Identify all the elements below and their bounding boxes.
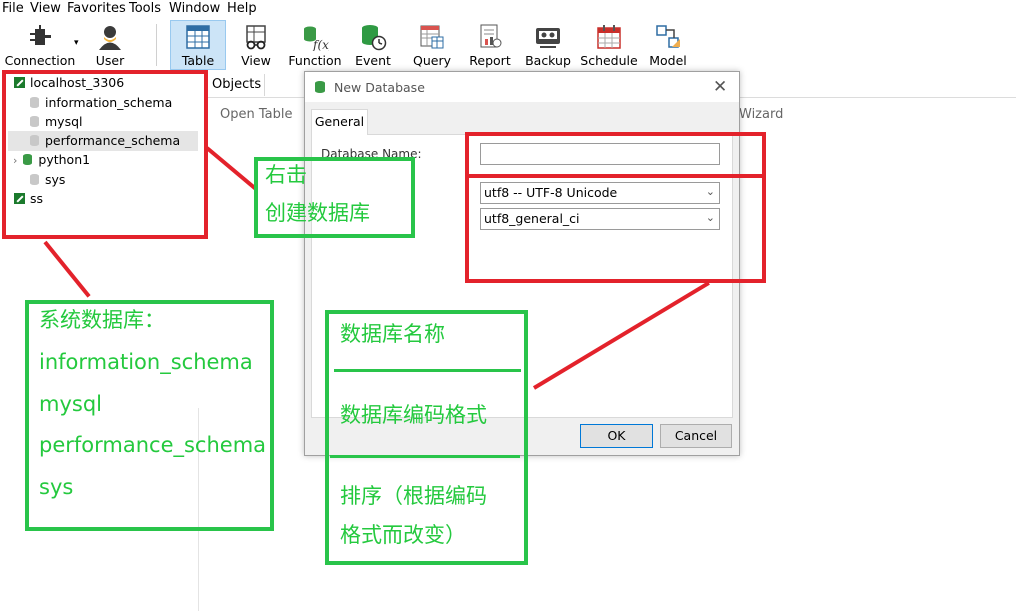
toolbar-model-button[interactable]: Model xyxy=(646,20,690,70)
toolbar-schedule-label: Schedule xyxy=(580,53,638,68)
annotation-right-click-line1: 右击 xyxy=(265,163,307,187)
annotation-db-charset-note: 数据库编码格式 xyxy=(340,403,487,427)
annotation-arrow-line xyxy=(43,240,91,298)
event-icon xyxy=(362,25,387,51)
menu-window[interactable]: Window xyxy=(169,1,220,16)
toolbar-connection-label: Connection xyxy=(4,53,76,68)
menu-view[interactable]: View xyxy=(30,1,61,16)
function-icon: f(x) xyxy=(304,26,329,51)
toolbar-function-button[interactable]: f(x) Function xyxy=(287,20,343,70)
annotation-arrow-line xyxy=(205,146,257,191)
annotation-right-click-line2: 创建数据库 xyxy=(265,201,370,225)
wizard-button[interactable]: Wizard xyxy=(739,107,783,122)
toolbar-event-button[interactable]: Event xyxy=(351,20,395,70)
menu-file[interactable]: File xyxy=(2,1,24,16)
annotation-fields-highlight xyxy=(465,132,766,283)
toolbar-backup-button[interactable]: Backup xyxy=(524,20,572,70)
toolbar-backup-label: Backup xyxy=(525,53,571,68)
annotation-divider-line xyxy=(466,174,764,178)
annotation-sort-note-line1: 排序（根据编码 xyxy=(340,484,487,508)
toolbar-function-label: Function xyxy=(288,53,342,68)
chevron-down-icon[interactable]: ▾ xyxy=(74,38,79,48)
toolbar-view-label: View xyxy=(241,53,271,68)
model-icon xyxy=(656,25,680,48)
backup-icon xyxy=(536,28,560,48)
menu-help[interactable]: Help xyxy=(227,1,257,16)
annotation-system-db-title: 系统数据库： xyxy=(39,308,165,332)
toolbar-schedule-button[interactable]: Schedule xyxy=(580,20,638,70)
schedule-icon xyxy=(597,25,621,49)
database-icon xyxy=(315,81,325,93)
annotation-system-db-item: information_schema xyxy=(39,350,253,374)
toolbar-query-label: Query xyxy=(413,53,451,68)
toolbar-user-label: User xyxy=(95,53,125,68)
toolbar-table-label: Table xyxy=(181,53,215,68)
ok-button[interactable]: OK xyxy=(580,424,653,448)
toolbar-connection-button[interactable]: ▾ Connection xyxy=(2,20,79,70)
view-icon xyxy=(246,25,266,50)
query-icon xyxy=(420,25,444,49)
annotation-system-db-item: performance_schema xyxy=(39,433,267,457)
toolbar-report-label: Report xyxy=(469,53,511,68)
dialog-title-bar[interactable]: New Database ✕ xyxy=(305,72,739,102)
annotation-sort-note-line2: 格式而改变） xyxy=(340,523,466,547)
close-icon[interactable]: ✕ xyxy=(713,77,727,97)
toolbar-event-label: Event xyxy=(355,53,391,68)
toolbar-separator xyxy=(156,24,157,66)
toolbar-report-button[interactable]: Report xyxy=(466,20,514,70)
annotation-system-db-item: mysql xyxy=(39,392,102,416)
svg-text:f(x): f(x) xyxy=(312,38,329,51)
toolbar-model-label: Model xyxy=(649,53,687,68)
annotation-separator xyxy=(330,455,520,458)
annotation-system-db-item: sys xyxy=(39,475,74,499)
connection-icon xyxy=(30,25,51,45)
menu-bar: File View Favorites Tools Window Help xyxy=(0,0,1016,18)
tab-general[interactable]: General xyxy=(311,109,368,135)
user-icon xyxy=(99,26,121,50)
toolbar-table-button[interactable]: Table xyxy=(172,20,224,70)
toolbar-user-button[interactable]: User xyxy=(88,20,132,70)
open-table-button[interactable]: Open Table xyxy=(220,107,292,122)
toolbar-view-button[interactable]: View xyxy=(234,20,278,70)
annotation-separator xyxy=(334,369,521,372)
table-icon xyxy=(186,25,210,49)
toolbar-query-button[interactable]: Query xyxy=(410,20,454,70)
annotation-db-name-note: 数据库名称 xyxy=(340,322,445,346)
tab-objects[interactable]: Objects xyxy=(207,74,265,96)
annotation-tree-highlight xyxy=(2,70,208,239)
report-icon xyxy=(480,24,502,48)
menu-favorites[interactable]: Favorites xyxy=(67,1,126,16)
menu-tools[interactable]: Tools xyxy=(129,1,161,16)
dialog-title: New Database xyxy=(334,80,425,95)
cancel-button[interactable]: Cancel xyxy=(660,424,732,448)
